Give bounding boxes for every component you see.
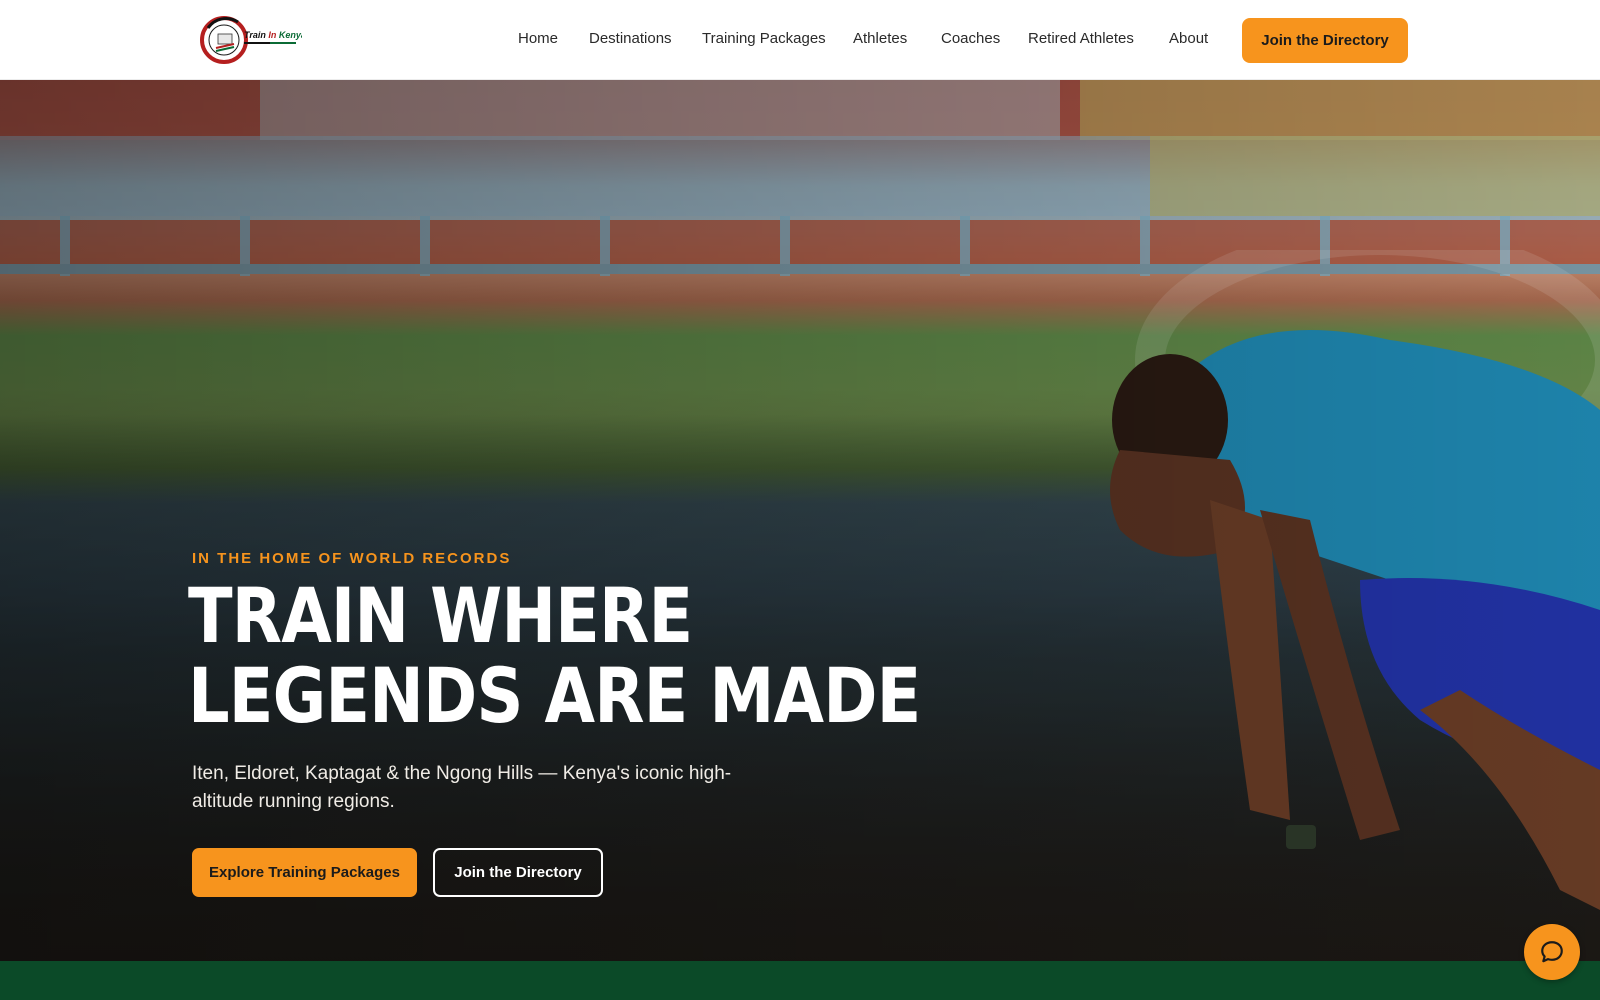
nav-item-retired-athletes[interactable]: Retired Athletes (1028, 30, 1134, 47)
chat-button[interactable] (1524, 924, 1580, 980)
hero-overlay (0, 80, 1600, 961)
chat-bubble-icon (1541, 941, 1563, 963)
green-section-band (0, 961, 1600, 1000)
hero-headline-line-2: LEGENDS ARE MADE (188, 651, 921, 740)
hero-eyebrow: IN THE HOME OF WORLD RECORDS (192, 550, 512, 567)
nav-item-home[interactable]: Home (518, 30, 558, 47)
hero-subtitle: Iten, Eldoret, Kaptagat & the Ngong Hill… (192, 763, 732, 812)
explore-training-packages-button[interactable]: Explore Training Packages (192, 848, 417, 897)
train-in-kenya-logo[interactable]: Train In Kenya (198, 14, 306, 66)
nav-item-about[interactable]: About (1169, 30, 1208, 47)
hero-section: IN THE HOME OF WORLD RECORDS TRAIN WHERE… (0, 80, 1600, 961)
join-directory-hero-button[interactable]: Join the Directory (433, 848, 603, 897)
nav-item-coaches[interactable]: Coaches (941, 30, 1000, 47)
hero-headline: TRAIN WHERE LEGENDS ARE MADE (188, 571, 921, 740)
logo-wordmark: Train In Kenya (244, 30, 302, 40)
nav-item-destinations[interactable]: Destinations (589, 30, 672, 47)
top-navbar: Train In Kenya Home Destinations Trainin… (0, 0, 1600, 80)
hero-headline-line-1: TRAIN WHERE (188, 571, 693, 660)
nav-item-training-packages[interactable]: Training Packages (702, 30, 826, 47)
join-directory-nav-button[interactable]: Join the Directory (1242, 18, 1408, 63)
nav-item-athletes[interactable]: Athletes (853, 30, 907, 47)
